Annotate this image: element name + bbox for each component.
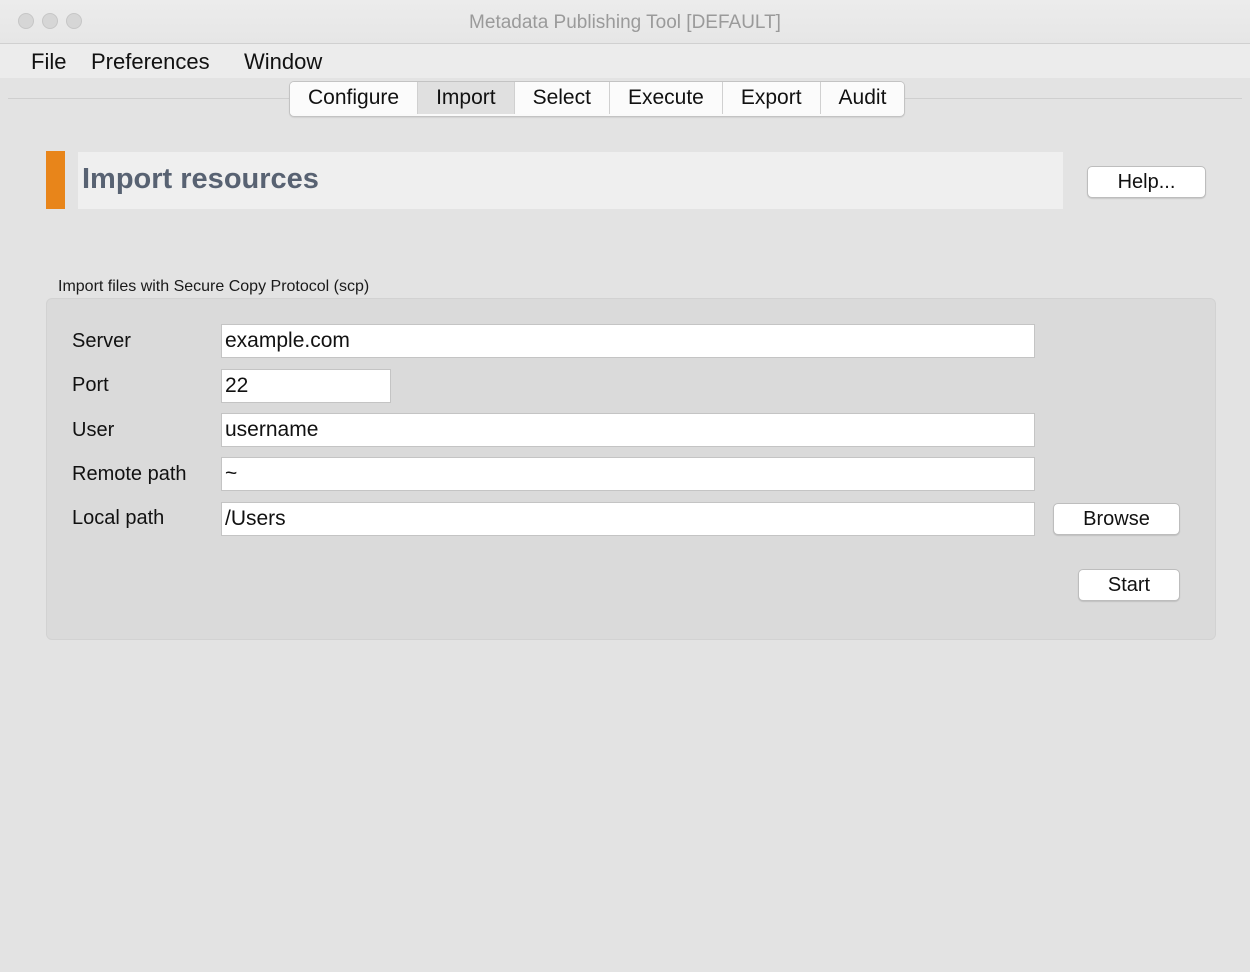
tab-configure[interactable]: Configure [290,82,419,114]
port-label: Port [72,374,109,396]
menu-preferences[interactable]: Preferences [91,49,210,75]
user-label: User [72,419,115,441]
header-accent-bar [46,151,65,209]
tab-import[interactable]: Import [418,82,515,114]
menu-file[interactable]: File [31,49,66,75]
help-button[interactable]: Help... [1087,166,1206,198]
tab-export[interactable]: Export [722,82,821,114]
tab-bar: Configure Import Select Execute Export A… [289,81,906,117]
server-field[interactable]: example.com [221,324,1035,358]
user-field[interactable]: username [221,413,1035,447]
tab-audit[interactable]: Audit [820,82,905,114]
scp-section-label: Import files with Secure Copy Protocol (… [58,278,370,295]
window-title: Metadata Publishing Tool [DEFAULT] [469,12,781,33]
port-field[interactable]: 22 [221,369,391,403]
local-path-field[interactable]: /Users [221,502,1035,536]
remote-path-label: Remote path [72,463,187,485]
tab-select[interactable]: Select [514,82,610,114]
remote-path-field[interactable]: ~ [221,457,1035,491]
server-label: Server [72,330,131,352]
tab-execute[interactable]: Execute [609,82,723,114]
menu-bar: File Preferences Window [0,44,1250,78]
menu-window[interactable]: Window [244,49,322,75]
title-bar: Metadata Publishing Tool [DEFAULT] [0,0,1250,44]
page-title: Import resources [82,163,319,195]
browse-button[interactable]: Browse [1053,503,1180,535]
local-path-label: Local path [72,507,165,529]
start-button[interactable]: Start [1078,569,1180,601]
